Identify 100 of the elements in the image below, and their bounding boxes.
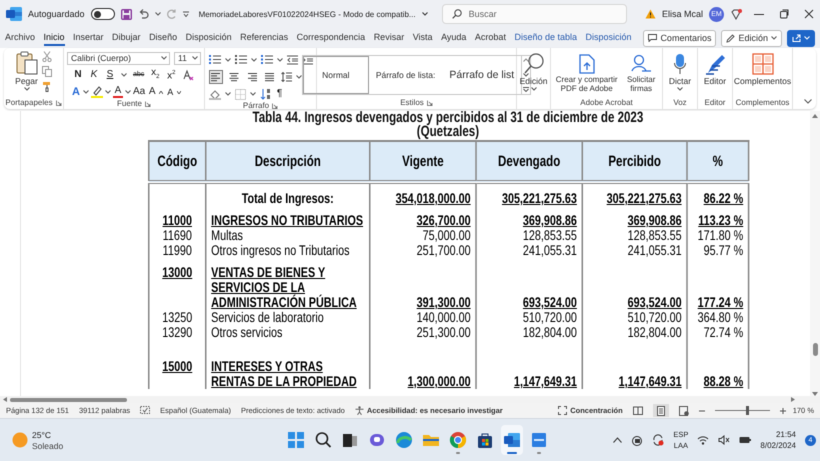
menu-tab[interactable]: Referencias	[240, 30, 288, 46]
vertical-scrollbar-thumb[interactable]	[812, 343, 818, 356]
document-title[interactable]: MemoriadeLaboresVF01022024HSEG - Modo de compatib...	[198, 10, 416, 18]
menu-tab[interactable]: Disposición	[186, 30, 232, 46]
save-icon[interactable]	[120, 8, 132, 20]
undo-icon[interactable]	[138, 9, 149, 19]
customize-icon[interactable]	[182, 11, 189, 17]
share-button[interactable]	[787, 30, 815, 46]
grow-font-button[interactable]: A	[147, 86, 158, 98]
taskbar-button[interactable]	[501, 425, 523, 455]
editing-mode-button[interactable]: Edición	[721, 30, 782, 46]
menu-tab[interactable]: Acrobat	[474, 30, 506, 46]
caret-icon[interactable]	[530, 87, 536, 91]
paste-button[interactable]: Pegar	[15, 76, 38, 86]
proofing-icon[interactable]	[140, 406, 150, 415]
search-icon[interactable]	[524, 53, 544, 75]
caret-icon[interactable]	[296, 75, 302, 79]
pdf-share-icon[interactable]	[578, 54, 596, 74]
menu-tab[interactable]: Vista	[412, 30, 433, 46]
weather-temperature[interactable]: 25°C	[32, 430, 64, 440]
cut-icon[interactable]	[42, 51, 52, 62]
request-signatures-button[interactable]: Solicitar firmas	[623, 75, 659, 93]
microphone-icon[interactable]	[674, 53, 686, 75]
accessibility-icon[interactable]	[354, 406, 364, 415]
caret-icon[interactable]	[224, 58, 230, 62]
style-option[interactable]: Normal	[302, 56, 369, 94]
caret-icon[interactable]	[154, 12, 161, 16]
shading-icon[interactable]	[208, 88, 220, 100]
comments-button[interactable]: Comentarios	[643, 30, 716, 46]
align-button[interactable]	[262, 70, 276, 84]
font-button[interactable]: x$^{2}$	[166, 67, 176, 83]
clear-formatting-icon[interactable]	[182, 69, 194, 81]
caret-icon[interactable]	[24, 87, 30, 91]
numbered-list-icon[interactable]	[234, 55, 246, 65]
scroll-right-icon[interactable]	[791, 397, 795, 402]
align-button[interactable]	[208, 70, 222, 84]
horizontal-scrollbar-thumb[interactable]	[10, 398, 127, 402]
multilevel-list-icon[interactable]	[260, 55, 272, 65]
add-ins-button[interactable]: Complementos	[734, 76, 792, 86]
style-option[interactable]: Párrafo de list	[442, 56, 522, 94]
view-button[interactable]	[652, 404, 669, 417]
caret-icon[interactable]	[250, 92, 256, 96]
text-effects-button[interactable]: A	[71, 86, 81, 98]
weather-condition[interactable]: Soleado	[32, 440, 64, 450]
focus-icon[interactable]	[558, 406, 568, 415]
editing-button[interactable]: Edición	[520, 76, 548, 86]
menu-tab[interactable]: Disposición	[586, 30, 632, 46]
menu-tab[interactable]: Inicio	[44, 30, 65, 46]
dialog-launcher-icon[interactable]	[56, 100, 62, 106]
font-button[interactable]: x$_{2}$	[150, 67, 160, 83]
font-name-field[interactable]: Calibri (Cuerpo)	[67, 52, 170, 64]
tray-overflow-icon[interactable]	[613, 437, 622, 443]
sort-icon[interactable]	[260, 88, 270, 100]
borders-icon[interactable]	[234, 88, 246, 100]
create-pdf-button[interactable]: Crear y compartir PDF de Adobe	[554, 75, 620, 93]
dialog-launcher-icon[interactable]	[144, 100, 151, 106]
zoom-out-button[interactable]	[698, 408, 705, 414]
wifi-icon[interactable]	[697, 435, 710, 445]
menu-tab[interactable]: Archivo	[5, 30, 36, 46]
caret-icon[interactable]	[276, 58, 282, 62]
user-name[interactable]: Elisa Mcal	[662, 9, 703, 19]
underline-button[interactable]: S	[105, 69, 115, 81]
copy-icon[interactable]	[42, 66, 52, 77]
menu-tab[interactable]: Insertar	[73, 30, 104, 46]
editor-pen-icon[interactable]	[704, 53, 726, 75]
decrease-indent-icon[interactable]	[286, 55, 298, 65]
sync-icon[interactable]	[652, 434, 664, 446]
menu-tab[interactable]: Dibujar	[112, 30, 141, 46]
show-formatting-button[interactable]: ¶	[274, 88, 284, 100]
format-painter-icon[interactable]	[42, 81, 52, 92]
autosave-toggle[interactable]	[90, 8, 115, 20]
speaker-muted-icon[interactable]	[718, 435, 730, 445]
dialog-launcher-icon[interactable]	[272, 102, 278, 108]
line-spacing-icon[interactable]	[280, 72, 292, 82]
italic-button[interactable]: K	[89, 69, 99, 81]
caret-icon[interactable]	[121, 73, 127, 77]
scroll-left-icon[interactable]	[3, 397, 7, 402]
shrink-font-button[interactable]: A	[165, 86, 176, 98]
caret-icon[interactable]	[161, 56, 167, 60]
dialog-launcher-icon[interactable]	[426, 100, 433, 106]
search-field[interactable]: Buscar	[442, 4, 627, 24]
menu-tab[interactable]: Revisar	[374, 30, 404, 46]
caret-icon[interactable]	[125, 90, 131, 94]
more-styles-icon[interactable]	[523, 87, 530, 92]
highlighter-icon[interactable]	[91, 86, 103, 98]
caret-icon[interactable]	[250, 58, 256, 62]
caret-icon[interactable]	[676, 87, 683, 91]
align-button[interactable]	[226, 70, 240, 84]
font-color-button[interactable]: A	[113, 86, 123, 98]
zoom-thumb[interactable]	[746, 406, 749, 415]
menu-tab[interactable]: Diseño	[149, 30, 178, 46]
battery-icon[interactable]	[739, 436, 752, 444]
signature-icon[interactable]	[630, 54, 652, 74]
clock-time[interactable]: 21:54	[776, 430, 796, 439]
close-button[interactable]	[804, 9, 814, 19]
font-size-field[interactable]: 11	[174, 52, 201, 64]
diamond-icon[interactable]	[730, 8, 742, 20]
collapse-ribbon-icon[interactable]	[804, 99, 812, 104]
caret-icon[interactable]	[422, 12, 428, 16]
bullet-list-icon[interactable]	[208, 55, 220, 65]
